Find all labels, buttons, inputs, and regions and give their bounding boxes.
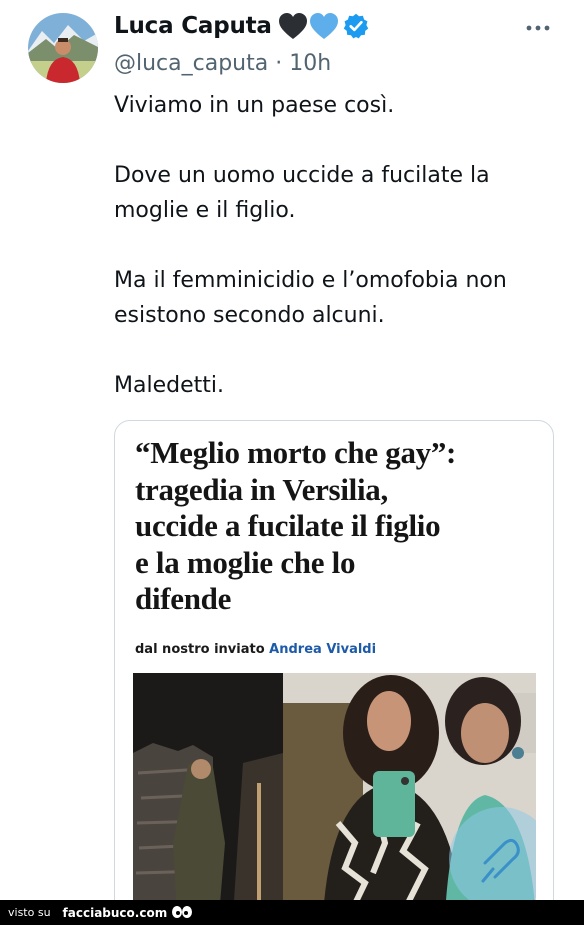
headline-line: e la moglie che lo — [135, 544, 356, 580]
news-photo — [133, 673, 536, 916]
tweet-time[interactable]: · 10h — [275, 51, 331, 76]
tweet-paragraph: esistono secondo alcuni. — [114, 303, 385, 328]
article-headline: “Meglio morto che gay”: tragedia in Vers… — [135, 435, 545, 618]
more-options-icon — [526, 25, 550, 31]
avatar[interactable] — [28, 13, 98, 83]
verified-badge-icon[interactable] — [342, 12, 370, 40]
tweet-paragraph: Ma il femminicidio e l’omofobia non — [114, 268, 507, 293]
tweet-paragraph: moglie e il figlio. — [114, 198, 296, 223]
article-photo[interactable] — [133, 673, 536, 916]
avatar-image — [28, 13, 98, 83]
watermark-footer: visto su facciabuco.com — [0, 900, 584, 925]
author-name[interactable]: Luca Caputa — [114, 13, 272, 39]
author-handle[interactable]: @luca_caputa — [114, 51, 268, 76]
tweet-paragraph: Dove un uomo uccide a fucilate la — [114, 163, 490, 188]
blue-heart-icon — [309, 13, 338, 39]
byline-prefix: dal nostro inviato — [135, 641, 265, 657]
tweet-paragraph: Viviamo in un paese così. — [114, 93, 395, 118]
headline-line: tragedia in Versilia, — [135, 471, 388, 507]
article-byline: dal nostro inviato Andrea Vivaldi — [135, 642, 545, 657]
tweet-paragraph: Maledetti. — [114, 373, 224, 398]
headline-line: “Meglio morto che gay”: — [135, 435, 457, 470]
footer-site: facciabuco.com — [62, 905, 168, 920]
media-card[interactable]: “Meglio morto che gay”: tragedia in Vers… — [114, 420, 554, 917]
headline-line: uccide a fucilate il figlio — [135, 508, 441, 543]
footer-prefix: visto su — [8, 906, 51, 919]
byline-author: Andrea Vivaldi — [269, 641, 377, 657]
author-row: Luca Caputa — [114, 12, 370, 40]
handle-row: @luca_caputa · 10h — [114, 51, 331, 76]
black-heart-icon — [278, 13, 307, 39]
more-options-button[interactable] — [525, 20, 551, 40]
headline-line: difende — [135, 581, 232, 616]
tweet-text: Viviamo in un paese così. Dove un uomo u… — [114, 88, 554, 403]
eyes-logo-icon — [172, 905, 193, 918]
